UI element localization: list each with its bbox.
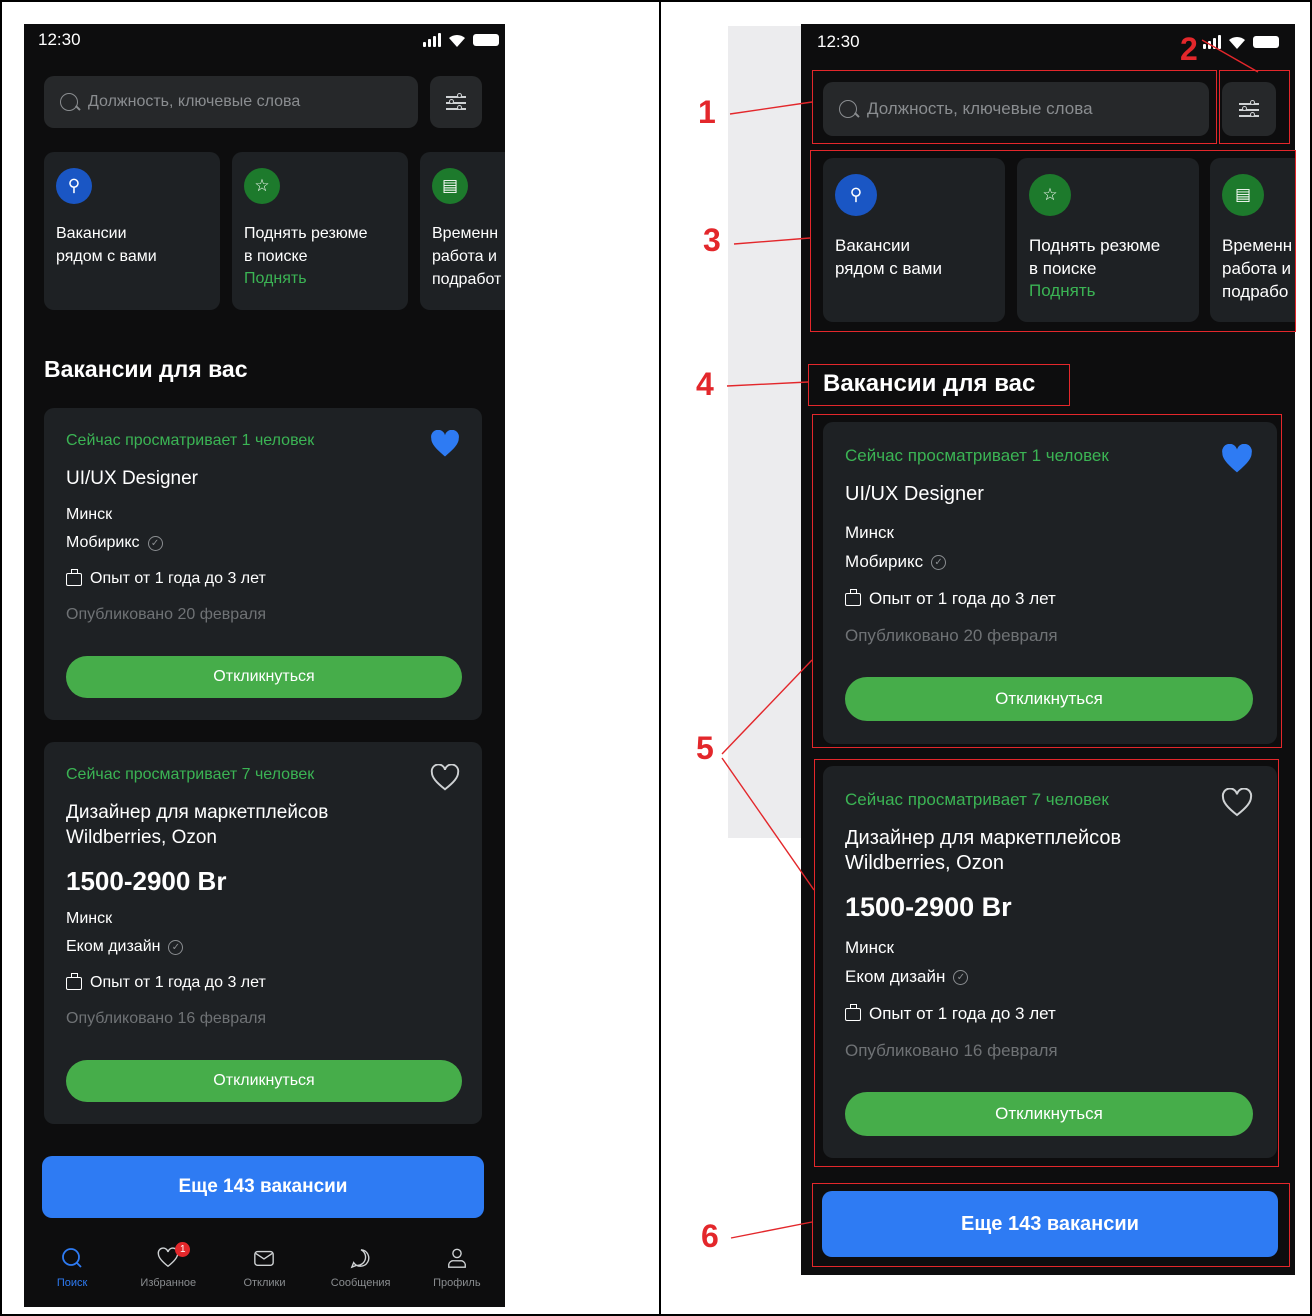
- leader-line: [1201, 39, 1259, 73]
- leader-line: [729, 101, 813, 115]
- leader-line: [733, 237, 811, 245]
- annotation-lines: [721, 39, 1259, 1239]
- leader-line: [726, 381, 809, 387]
- leader-line: [721, 757, 815, 891]
- leader-line: [730, 1221, 813, 1239]
- leader-line: [721, 659, 813, 755]
